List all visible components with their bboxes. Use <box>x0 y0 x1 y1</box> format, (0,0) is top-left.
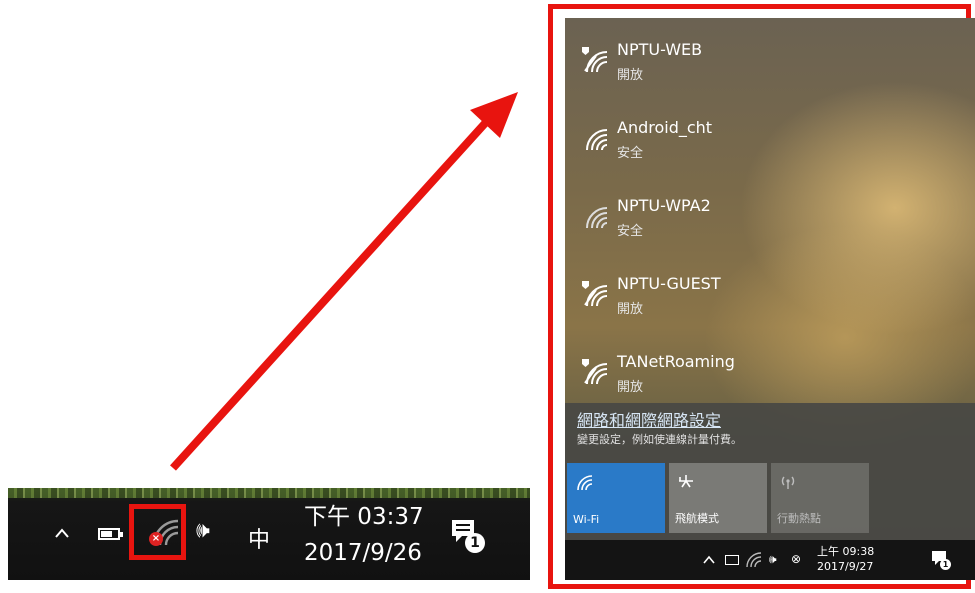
volume-icon[interactable]: 🕪 <box>769 552 777 567</box>
wifi-open-shield-icon <box>582 359 608 385</box>
network-item[interactable]: NPTU-GUEST 開放 <box>565 266 975 336</box>
network-name: NPTU-GUEST <box>617 274 721 293</box>
battery-icon[interactable] <box>725 555 739 565</box>
hotspot-icon <box>781 476 795 489</box>
flyout-taskbar: 🕪 ⊗ 上午 09:38 2017/9/27 1 <box>565 540 975 580</box>
airplane-mode-tile[interactable]: 飛航模式 <box>669 463 767 533</box>
network-status: 開放 <box>617 302 644 317</box>
wifi-icon <box>586 129 608 151</box>
wifi-open-shield-icon <box>582 281 608 307</box>
wifi-toggle-tile[interactable]: Wi-Fi <box>567 463 665 533</box>
wifi-open-shield-icon <box>582 47 608 73</box>
network-status: 開放 <box>617 68 644 83</box>
network-item[interactable]: NPTU-WPA2 安全 <box>565 188 975 258</box>
wifi-icon[interactable] <box>745 550 761 568</box>
wifi-icon <box>586 207 608 229</box>
mobile-hotspot-tile[interactable]: 行動熱點 <box>771 463 869 533</box>
action-center-button[interactable]: 1 <box>931 550 951 570</box>
network-status: 安全 <box>617 224 644 239</box>
do-not-disturb-icon[interactable]: ⊗ <box>791 552 801 566</box>
network-settings-link[interactable]: 網路和網際網路設定 <box>577 407 721 431</box>
network-flyout: NPTU-WEB 開放 Android_cht 安全 NPTU-WPA2 安全 <box>565 18 975 580</box>
chevron-up-icon[interactable] <box>703 555 715 565</box>
airplane-icon <box>679 475 693 488</box>
network-name: NPTU-WPA2 <box>617 196 711 215</box>
network-settings-description: 變更設定，例如使連線計量付費。 <box>577 433 742 446</box>
network-item[interactable]: Android_cht 安全 <box>565 110 975 180</box>
tile-label: Wi-Fi <box>573 513 600 526</box>
tile-label: 行動熱點 <box>777 512 821 525</box>
clock-time[interactable]: 上午 09:38 <box>817 543 874 559</box>
network-name: NPTU-WEB <box>617 40 703 59</box>
wifi-icon <box>577 475 593 491</box>
network-name: Android_cht <box>617 118 713 137</box>
network-item[interactable]: NPTU-WEB 開放 <box>565 32 975 102</box>
network-status: 開放 <box>617 380 644 395</box>
network-status: 安全 <box>617 146 644 161</box>
tile-label: 飛航模式 <box>675 512 719 525</box>
notification-badge: 1 <box>940 559 951 570</box>
clock-date[interactable]: 2017/9/27 <box>817 560 873 573</box>
network-name: TANetRoaming <box>617 352 735 371</box>
